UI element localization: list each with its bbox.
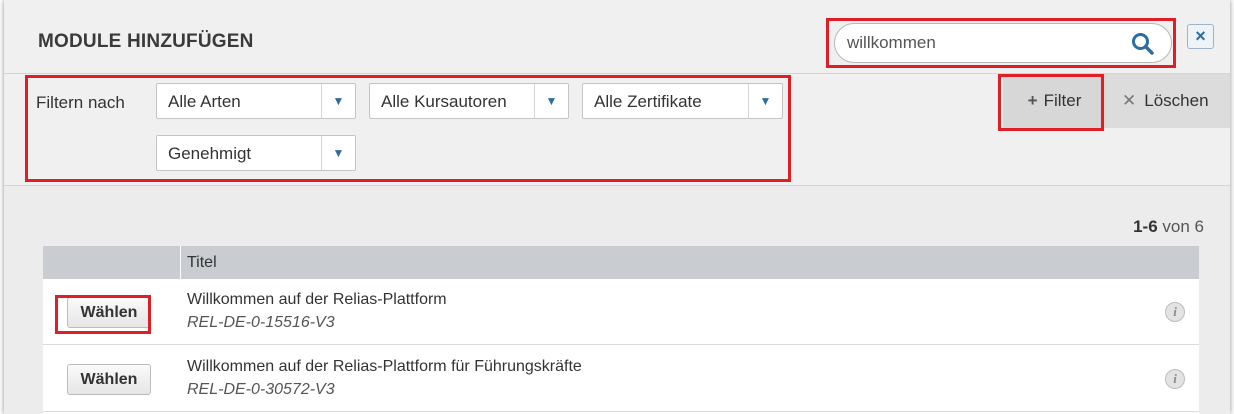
select-module-button[interactable]: Wählen xyxy=(67,364,151,395)
clear-label: Löschen xyxy=(1144,91,1209,110)
column-divider xyxy=(180,246,181,279)
dialog-title: MODULE HINZUFÜGEN xyxy=(38,31,254,52)
info-icon[interactable]: i xyxy=(1165,302,1185,322)
module-title: Willkommen auf der Relias-Plattform für … xyxy=(187,358,582,375)
table-header: Titel xyxy=(43,246,1199,279)
clear-icon: ✕ xyxy=(1122,91,1137,110)
info-icon[interactable]: i xyxy=(1165,369,1185,389)
highlight-search xyxy=(826,18,1176,68)
highlight-select-button xyxy=(55,295,151,334)
highlight-add-filter xyxy=(998,74,1104,131)
close-button[interactable]: × xyxy=(1187,24,1214,49)
result-total: von 6 xyxy=(1162,217,1204,236)
highlight-filters xyxy=(25,75,791,182)
table-row: Wählen Willkommen auf der Relias-Plattfo… xyxy=(43,346,1199,412)
module-title: Willkommen auf der Relias-Plattform xyxy=(187,291,447,308)
result-range: 1-6 xyxy=(1133,217,1158,236)
modules-table: Titel Wählen Willkommen auf der Relias-P… xyxy=(43,246,1199,414)
module-code: REL-DE-0-30572-V3 xyxy=(187,381,335,398)
close-icon: × xyxy=(1195,26,1206,46)
clear-button[interactable]: ✕ Löschen xyxy=(1106,74,1230,128)
column-header-title: Titel xyxy=(187,254,217,271)
table-row: Wählen Willkommen auf der Relias-Plattfo… xyxy=(43,279,1199,345)
module-code: REL-DE-0-15516-V3 xyxy=(187,314,335,331)
screenshot-stage: MODULE HINZUFÜGEN × Filtern nach Alle Ar… xyxy=(0,0,1234,414)
result-count: 1-6 von 6 xyxy=(1133,217,1204,237)
